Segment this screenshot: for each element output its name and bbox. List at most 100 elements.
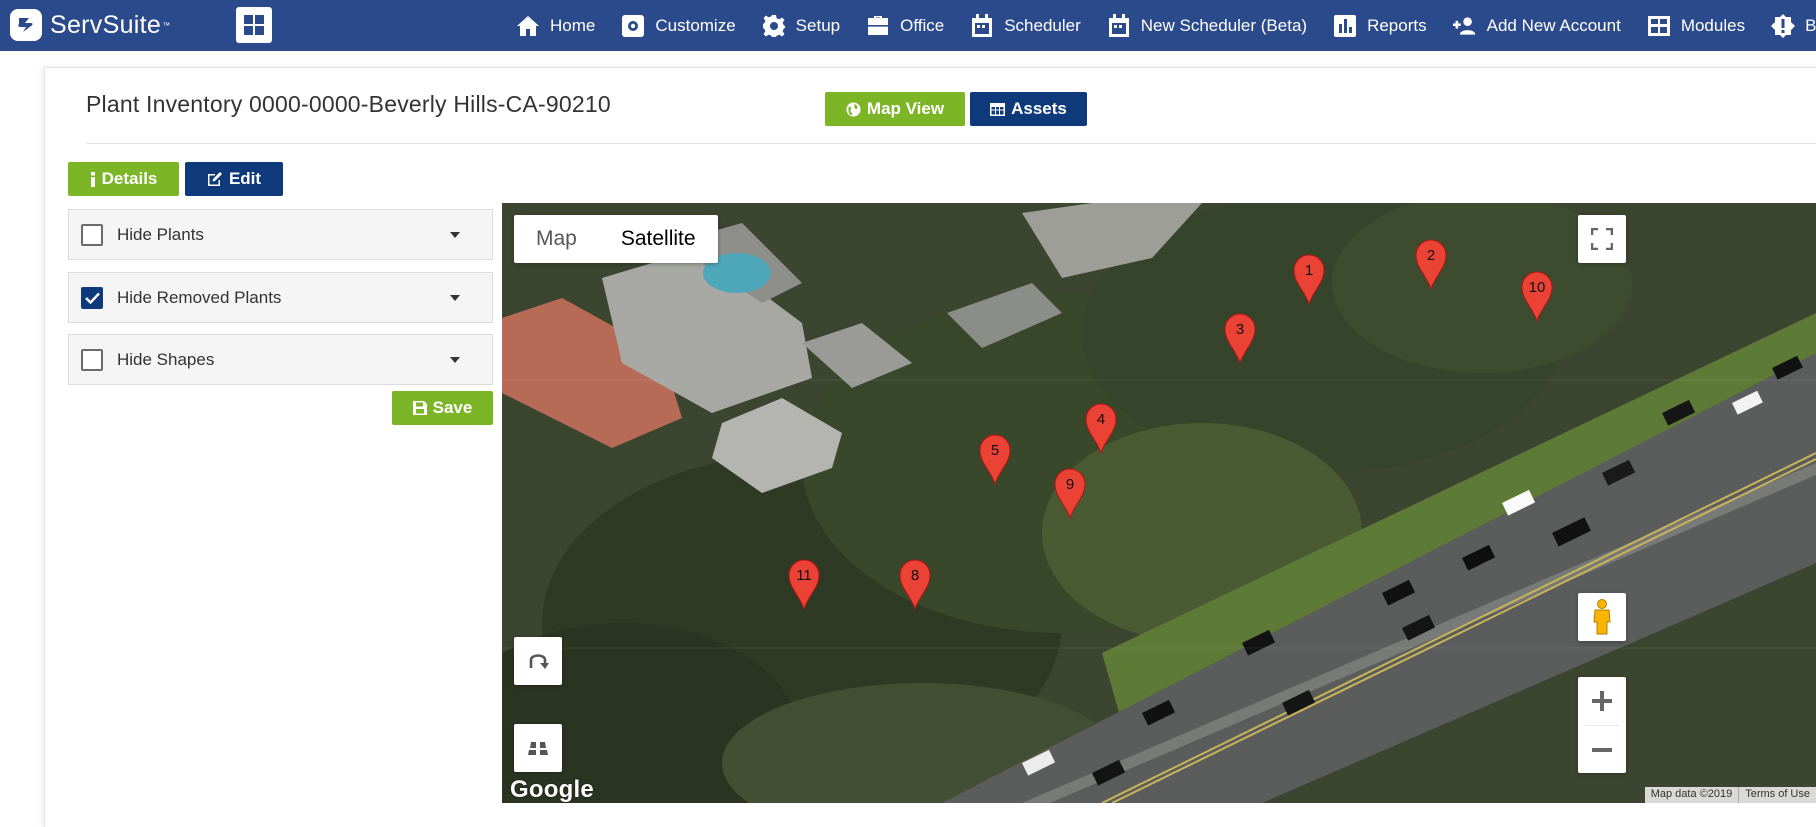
marker-label: 11 [796, 567, 812, 584]
checkmark-icon [84, 292, 100, 304]
nav-reports-label: Reports [1367, 15, 1427, 35]
marker-label: 4 [1096, 411, 1106, 428]
map-pin-icon [1085, 403, 1117, 454]
map-type-satellite[interactable]: Satellite [599, 215, 718, 263]
street-view-pegman[interactable] [1578, 593, 1626, 641]
save-label: Save [432, 398, 473, 417]
hide-removed-plants-checkbox[interactable] [81, 286, 103, 309]
tilt-map-button[interactable] [514, 724, 562, 772]
edit-label: Edit [228, 169, 262, 188]
nav-home[interactable]: Home [516, 14, 595, 38]
hide-removed-plants-label: Hide Removed Plants [117, 287, 282, 307]
save-button[interactable]: Save [392, 391, 493, 425]
nav-new-scheduler[interactable]: New Scheduler (Beta) [1107, 13, 1307, 38]
map-pin-icon [1415, 239, 1447, 290]
map-type-control: Map Satellite [514, 215, 718, 263]
nav-reports[interactable]: Reports [1333, 14, 1427, 38]
marker-label: 1 [1304, 262, 1314, 279]
map-type-map[interactable]: Map [514, 215, 599, 263]
satellite-map[interactable]: Map Satellite Google Map data ©2019 Term… [502, 203, 1816, 803]
pegman-icon [1593, 599, 1611, 635]
calendar-icon [970, 13, 994, 38]
nav-setup-label: Setup [795, 15, 841, 35]
map-pin-icon [899, 559, 931, 610]
map-pin-icon [979, 434, 1011, 485]
map-pin-icon [788, 559, 820, 610]
map-view-label: Map View [866, 99, 945, 118]
map-pin-icon [1521, 271, 1553, 322]
caret-down-icon[interactable] [450, 357, 460, 363]
nav-modules[interactable]: Modules [1647, 14, 1745, 38]
details-label: Details [101, 169, 158, 188]
nav-setup[interactable]: Setup [762, 14, 840, 38]
map-view-button[interactable]: Map View [825, 92, 965, 126]
caret-down-icon[interactable] [450, 232, 460, 238]
info-icon [90, 171, 95, 187]
brand[interactable]: ServSuite ™ [10, 9, 170, 41]
plant-marker[interactable]: 8 [898, 558, 932, 610]
bar-chart-icon [1333, 14, 1357, 38]
map-data-text: Map data ©2019 [1644, 787, 1739, 803]
table-icon [990, 102, 1006, 116]
map-pin-icon [1224, 313, 1256, 364]
google-logo: Google [510, 776, 594, 803]
title-divider [86, 143, 1816, 144]
add-user-icon [1452, 14, 1477, 38]
zoom-out-button[interactable] [1578, 726, 1626, 773]
top-navbar: ServSuite ™ Home Customize Setup Office … [0, 0, 1816, 51]
nav-scheduler[interactable]: Scheduler [970, 13, 1081, 38]
map-pin-icon [1054, 468, 1086, 519]
marker-label: 3 [1235, 321, 1245, 338]
hide-plants-label: Hide Plants [117, 224, 204, 244]
main-nav: Home Customize Setup Office Scheduler Ne… [516, 0, 1816, 51]
nav-add-new-account[interactable]: Add New Account [1452, 14, 1621, 38]
plant-marker[interactable]: 9 [1053, 467, 1087, 519]
filter-hide-shapes[interactable]: Hide Shapes [68, 334, 493, 385]
nav-home-label: Home [550, 15, 596, 35]
alert-badge-icon [1771, 13, 1796, 38]
plant-marker[interactable]: 10 [1520, 270, 1554, 322]
filter-hide-plants[interactable]: Hide Plants [68, 209, 493, 260]
nav-office-label: Office [900, 15, 945, 35]
assets-label: Assets [1011, 99, 1067, 118]
nav-add-new-account-label: Add New Account [1486, 15, 1621, 35]
hide-plants-checkbox[interactable] [81, 223, 103, 246]
nav-be[interactable]: Be [1771, 13, 1816, 38]
marker-label: 5 [990, 442, 1000, 459]
briefcase-icon [866, 14, 890, 38]
rotate-icon [529, 654, 549, 669]
plant-marker[interactable]: 4 [1084, 402, 1118, 454]
caret-down-icon[interactable] [450, 295, 460, 301]
zoom-control [1578, 677, 1626, 773]
plant-marker[interactable]: 3 [1223, 312, 1257, 364]
nav-be-label: Be [1805, 15, 1816, 35]
tilt-icon [528, 742, 548, 755]
terms-of-use-link[interactable]: Terms of Use [1738, 787, 1816, 803]
zoom-in-button[interactable] [1578, 677, 1626, 725]
edit-icon [207, 172, 222, 186]
edit-button[interactable]: Edit [185, 162, 283, 196]
fullscreen-button[interactable] [1578, 215, 1626, 263]
hide-shapes-label: Hide Shapes [117, 349, 215, 369]
modules-icon [1647, 14, 1671, 38]
nav-office[interactable]: Office [866, 14, 944, 38]
page-title: Plant Inventory 0000-0000-Beverly Hills-… [86, 91, 611, 117]
plant-marker[interactable]: 2 [1414, 238, 1448, 290]
plus-icon [1592, 691, 1612, 711]
apps-grid-button[interactable] [236, 7, 272, 43]
marker-label: 9 [1065, 476, 1075, 493]
details-button[interactable]: Details [68, 162, 179, 196]
hide-shapes-checkbox[interactable] [81, 348, 103, 371]
nav-customize-label: Customize [655, 15, 736, 35]
assets-button[interactable]: Assets [970, 92, 1087, 126]
plant-marker[interactable]: 5 [978, 433, 1012, 485]
calendar-icon [1107, 13, 1131, 38]
filter-hide-removed-plants[interactable]: Hide Removed Plants [68, 272, 493, 323]
fullscreen-icon [1591, 228, 1613, 250]
nav-customize[interactable]: Customize [621, 14, 736, 38]
plant-marker[interactable]: 11 [787, 558, 821, 610]
rotate-map-button[interactable] [514, 637, 562, 685]
nav-scheduler-label: Scheduler [1004, 15, 1081, 35]
servsuite-logo-icon [10, 9, 42, 41]
plant-marker[interactable]: 1 [1292, 253, 1326, 305]
